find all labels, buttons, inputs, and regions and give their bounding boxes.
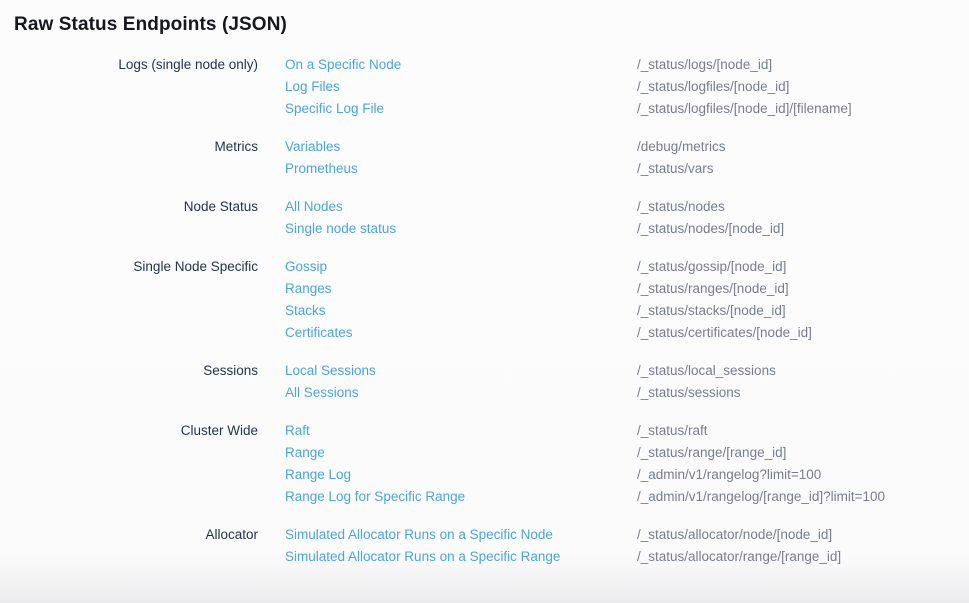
endpoint-table: Logs (single node only) On a Specific No… xyxy=(14,54,955,568)
endpoint-path: /_status/vars xyxy=(637,158,955,180)
paths-column: /_status/local_sessions/_status/sessions xyxy=(637,360,955,404)
links-column: RaftRangeRange LogRange Log for Specific… xyxy=(285,420,637,508)
endpoint-link[interactable]: All Nodes xyxy=(285,196,637,218)
paths-column: /_status/gossip/[node_id]/_status/ranges… xyxy=(637,256,955,344)
category-column: Allocator xyxy=(14,524,285,546)
category-label: Allocator xyxy=(205,527,258,542)
endpoint-link[interactable]: Range xyxy=(285,442,637,464)
endpoint-group: Node Status All NodesSingle node status … xyxy=(14,196,955,240)
paths-column: /_status/allocator/node/[node_id]/_statu… xyxy=(637,524,955,568)
category-label: Sessions xyxy=(203,363,258,378)
endpoint-link[interactable]: Simulated Allocator Runs on a Specific N… xyxy=(285,524,637,546)
raw-status-endpoints-page: Raw Status Endpoints (JSON) Logs (single… xyxy=(0,0,969,568)
paths-column: /_status/raft/_status/range/[range_id]/_… xyxy=(637,420,955,508)
endpoint-path: /_status/range/[range_id] xyxy=(637,442,955,464)
endpoint-link[interactable]: Gossip xyxy=(285,256,637,278)
endpoint-group: Single Node Specific GossipRangesStacksC… xyxy=(14,256,955,344)
category-label: Logs (single node only) xyxy=(118,57,258,72)
links-column: On a Specific NodeLog FilesSpecific Log … xyxy=(285,54,637,120)
endpoint-link[interactable]: Single node status xyxy=(285,218,637,240)
endpoint-link[interactable]: Log Files xyxy=(285,76,637,98)
endpoint-link[interactable]: Variables xyxy=(285,136,637,158)
endpoint-link[interactable]: Local Sessions xyxy=(285,360,637,382)
endpoint-path: /_status/sessions xyxy=(637,382,955,404)
endpoint-link[interactable]: Specific Log File xyxy=(285,98,637,120)
endpoint-path: /_admin/v1/rangelog?limit=100 xyxy=(637,464,955,486)
endpoint-path: /debug/metrics xyxy=(637,136,955,158)
endpoint-link[interactable]: Range Log for Specific Range xyxy=(285,486,637,508)
category-column: Metrics xyxy=(14,136,285,158)
endpoint-link[interactable]: On a Specific Node xyxy=(285,54,637,76)
links-column: All NodesSingle node status xyxy=(285,196,637,240)
endpoint-path: /_status/allocator/node/[node_id] xyxy=(637,524,955,546)
endpoint-link[interactable]: Stacks xyxy=(285,300,637,322)
paths-column: /_status/logs/[node_id]/_status/logfiles… xyxy=(637,54,955,120)
endpoint-path: /_status/logs/[node_id] xyxy=(637,54,955,76)
category-label: Metrics xyxy=(215,139,259,154)
category-label: Node Status xyxy=(184,199,258,214)
endpoint-group: Allocator Simulated Allocator Runs on a … xyxy=(14,524,955,568)
endpoint-group: Sessions Local SessionsAll Sessions /_st… xyxy=(14,360,955,404)
links-column: Local SessionsAll Sessions xyxy=(285,360,637,404)
paths-column: /_status/nodes/_status/nodes/[node_id] xyxy=(637,196,955,240)
endpoint-path: /_status/logfiles/[node_id] xyxy=(637,76,955,98)
endpoint-path: /_status/stacks/[node_id] xyxy=(637,300,955,322)
links-column: VariablesPrometheus xyxy=(285,136,637,180)
endpoint-path: /_status/ranges/[node_id] xyxy=(637,278,955,300)
category-column: Logs (single node only) xyxy=(14,54,285,76)
endpoint-link[interactable]: Certificates xyxy=(285,322,637,344)
category-column: Node Status xyxy=(14,196,285,218)
category-column: Cluster Wide xyxy=(14,420,285,442)
endpoint-path: /_status/gossip/[node_id] xyxy=(637,256,955,278)
endpoint-link[interactable]: Prometheus xyxy=(285,158,637,180)
links-column: GossipRangesStacksCertificates xyxy=(285,256,637,344)
endpoint-link[interactable]: Raft xyxy=(285,420,637,442)
endpoint-link[interactable]: Ranges xyxy=(285,278,637,300)
endpoint-group: Cluster Wide RaftRangeRange LogRange Log… xyxy=(14,420,955,508)
endpoint-path: /_status/raft xyxy=(637,420,955,442)
links-column: Simulated Allocator Runs on a Specific N… xyxy=(285,524,637,568)
page-title: Raw Status Endpoints (JSON) xyxy=(14,12,955,38)
category-label: Single Node Specific xyxy=(133,259,258,274)
endpoint-path: /_status/local_sessions xyxy=(637,360,955,382)
endpoint-path: /_status/nodes/[node_id] xyxy=(637,218,955,240)
category-column: Single Node Specific xyxy=(14,256,285,278)
paths-column: /debug/metrics/_status/vars xyxy=(637,136,955,180)
category-column: Sessions xyxy=(14,360,285,382)
endpoint-path: /_admin/v1/rangelog/[range_id]?limit=100 xyxy=(637,486,955,508)
category-label: Cluster Wide xyxy=(181,423,258,438)
endpoint-path: /_status/logfiles/[node_id]/[filename] xyxy=(637,98,955,120)
endpoint-link[interactable]: Simulated Allocator Runs on a Specific R… xyxy=(285,546,637,568)
endpoint-link[interactable]: All Sessions xyxy=(285,382,637,404)
endpoint-group: Metrics VariablesPrometheus /debug/metri… xyxy=(14,136,955,180)
endpoint-path: /_status/certificates/[node_id] xyxy=(637,322,955,344)
endpoint-link[interactable]: Range Log xyxy=(285,464,637,486)
endpoint-group: Logs (single node only) On a Specific No… xyxy=(14,54,955,120)
endpoint-path: /_status/nodes xyxy=(637,196,955,218)
endpoint-path: /_status/allocator/range/[range_id] xyxy=(637,546,955,568)
